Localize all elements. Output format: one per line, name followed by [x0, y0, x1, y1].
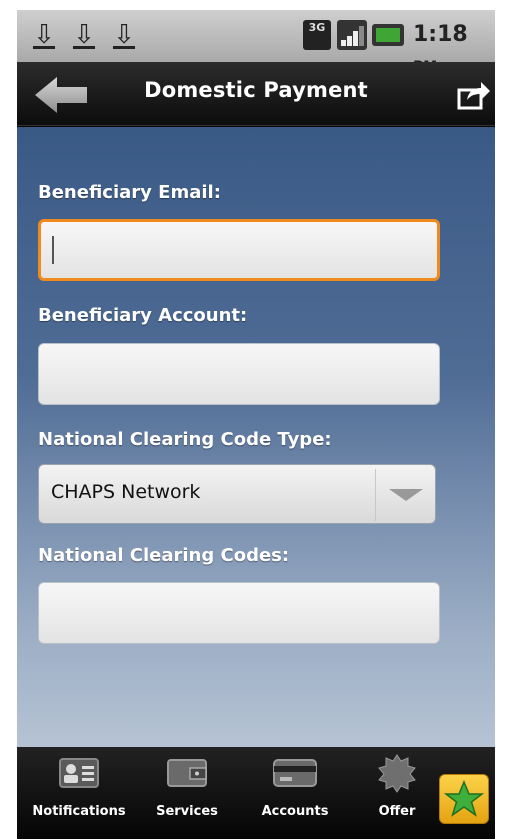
download-icon: ⇩: [71, 18, 97, 52]
select-divider: [375, 469, 376, 521]
tab-services[interactable]: Services: [141, 747, 233, 839]
download-icon: ⇩: [111, 18, 137, 52]
clearing-codes-field[interactable]: [38, 582, 440, 644]
credit-card-icon: [273, 759, 317, 787]
payment-form: Beneficiary Email: Beneficiary Account: …: [17, 127, 495, 747]
signal-strength-icon: [337, 20, 367, 50]
wallet-icon: [167, 759, 207, 787]
clearing-code-type-select[interactable]: CHAPS Network: [38, 464, 436, 524]
tab-accounts[interactable]: Accounts: [243, 747, 347, 839]
bottom-tab-bar: Notifications Services Accounts Offer: [17, 747, 495, 839]
favorite-button[interactable]: [439, 774, 489, 824]
beneficiary-account-label: Beneficiary Account:: [38, 305, 248, 326]
tab-offer[interactable]: Offer: [357, 747, 437, 839]
beneficiary-email-field[interactable]: [38, 219, 440, 281]
page-title: Domestic Payment: [144, 78, 368, 102]
phone-screen: ⇩ ⇩ ⇩ 3G 1:18 PM Domestic Payme: [17, 10, 495, 839]
star-icon: [443, 780, 485, 817]
clearing-codes-label: National Clearing Codes:: [38, 545, 290, 566]
text-caret: [52, 236, 54, 264]
chevron-down-icon: [389, 489, 423, 501]
title-bar: Domestic Payment: [17, 62, 495, 126]
battery-icon: [372, 24, 404, 46]
download-icon: ⇩: [31, 18, 57, 52]
share-icon[interactable]: [457, 80, 491, 110]
tab-notifications[interactable]: Notifications: [23, 747, 135, 839]
beneficiary-account-field[interactable]: [38, 343, 440, 405]
network-type-icon: 3G: [303, 20, 331, 50]
offer-badge-icon: [378, 754, 416, 793]
clearing-code-type-label: National Clearing Code Type:: [38, 429, 332, 450]
clearing-code-type-value: CHAPS Network: [51, 481, 201, 503]
contact-card-icon: [59, 758, 99, 788]
beneficiary-email-label: Beneficiary Email:: [38, 182, 221, 203]
status-bar: ⇩ ⇩ ⇩ 3G 1:18 PM: [17, 10, 495, 75]
